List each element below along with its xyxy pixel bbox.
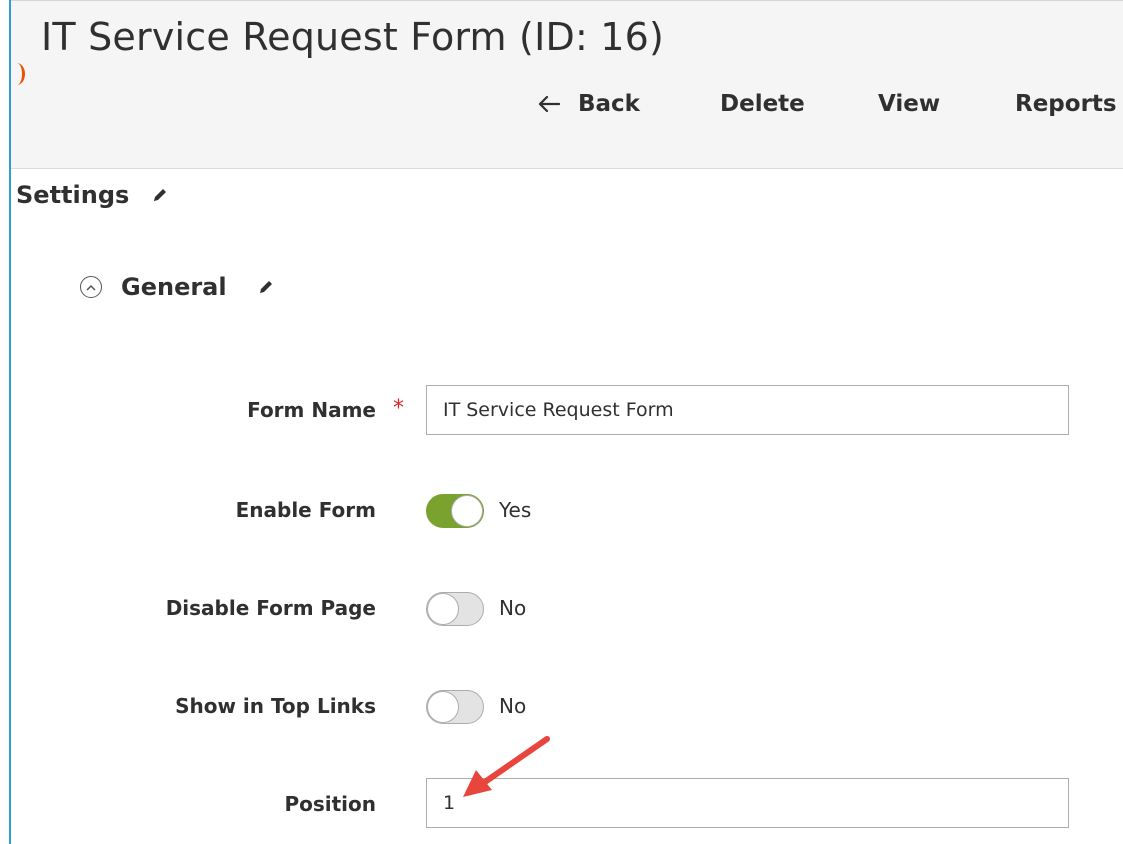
- view-button[interactable]: View: [878, 91, 940, 117]
- form-name-input[interactable]: IT Service Request Form: [426, 385, 1069, 435]
- reports-button-label: Reports: [1015, 91, 1117, 117]
- page-title: IT Service Request Form (ID: 16): [41, 15, 665, 59]
- position-label: Position: [284, 792, 376, 816]
- collapse-chevron-icon: [80, 276, 102, 298]
- show-in-top-links-label: Show in Top Links: [175, 694, 376, 718]
- position-input[interactable]: 1: [426, 778, 1069, 828]
- general-edit-pencil-icon[interactable]: [257, 278, 275, 296]
- general-group-toggle[interactable]: General: [80, 273, 275, 301]
- back-button-label: Back: [578, 91, 640, 117]
- enable-form-toggle[interactable]: [426, 494, 484, 528]
- general-group-title: General: [121, 273, 227, 301]
- delete-button[interactable]: Delete: [720, 91, 805, 117]
- left-accent-border: [9, 0, 11, 844]
- show-in-top-links-toggle[interactable]: [426, 690, 484, 724]
- toggle-knob: [428, 692, 458, 722]
- page-actions: Back Delete View Reports: [11, 91, 1123, 127]
- settings-edit-pencil-icon[interactable]: [151, 186, 169, 204]
- toggle-knob: [452, 496, 482, 526]
- settings-title-text: Settings: [16, 181, 130, 209]
- back-button[interactable]: Back: [538, 91, 640, 117]
- enable-form-state: Yes: [499, 498, 532, 522]
- required-asterisk: *: [393, 396, 404, 421]
- disable-form-page-label: Disable Form Page: [165, 596, 376, 620]
- settings-section-title: Settings: [16, 181, 169, 209]
- form-name-label: Form Name: [247, 398, 376, 422]
- show-in-top-links-state: No: [499, 694, 527, 718]
- enable-form-label: Enable Form: [235, 498, 376, 522]
- view-button-label: View: [878, 91, 941, 117]
- back-arrow-icon: [538, 95, 560, 113]
- logo-icon: [9, 63, 25, 85]
- reports-button[interactable]: Reports: [1015, 91, 1117, 117]
- page-header: IT Service Request Form (ID: 16) Back De…: [11, 1, 1123, 169]
- delete-button-label: Delete: [720, 91, 805, 117]
- toggle-knob: [428, 594, 458, 624]
- page: IT Service Request Form (ID: 16) Back De…: [0, 0, 1123, 844]
- disable-form-page-state: No: [499, 596, 527, 620]
- disable-form-page-toggle[interactable]: [426, 592, 484, 626]
